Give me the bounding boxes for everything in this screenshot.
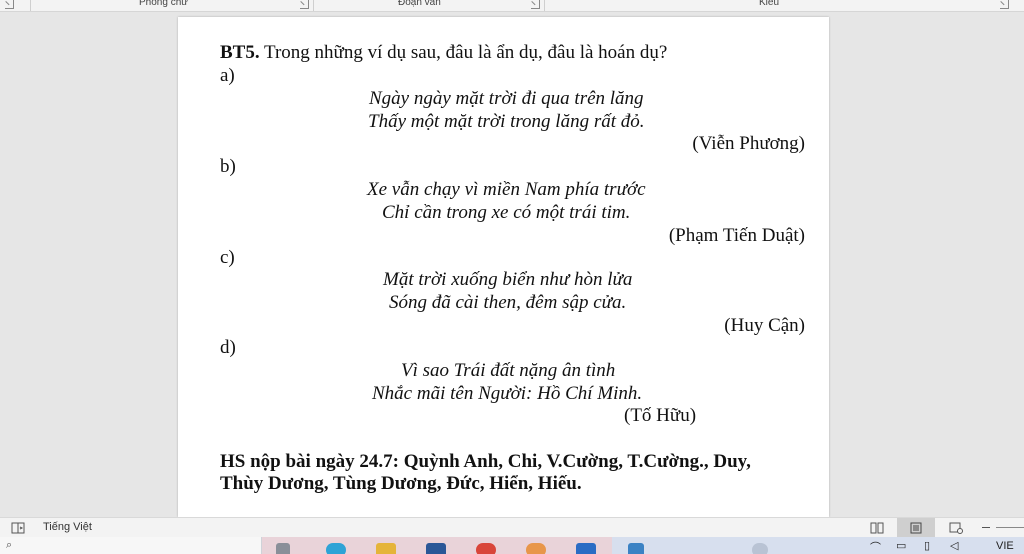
taskbar-search-box[interactable]: ⌕ bbox=[0, 537, 262, 554]
language-indicator[interactable]: Tiếng Việt bbox=[43, 521, 92, 533]
item-label-a: a) bbox=[220, 65, 235, 86]
verse-line: Chỉ cần trong xe có một trái tim. bbox=[382, 202, 631, 223]
submission-note-cont: Thùy Dương, Tùng Dương, Đức, Hiển, Hiếu. bbox=[220, 473, 582, 494]
document-page[interactable]: BT5. Trong những ví dụ sau, đâu là ẩn dụ… bbox=[178, 17, 829, 517]
heading-label: BT5. bbox=[220, 42, 260, 63]
task-view-icon[interactable] bbox=[276, 543, 290, 554]
read-mode-button[interactable] bbox=[858, 518, 896, 538]
zoom-slider[interactable] bbox=[996, 527, 1024, 528]
verse-line: Mặt trời xuống biển như hòn lửa bbox=[383, 269, 633, 290]
volume-icon[interactable]: ◁ bbox=[950, 539, 958, 552]
group-separator bbox=[313, 0, 314, 11]
taskbar: ⌕ ⌒ ▭ ▯ ◁ VIE bbox=[0, 537, 1024, 554]
verse-line: Thấy một mặt trời trong lăng rất đỏ. bbox=[368, 111, 645, 132]
zoom-out-icon[interactable] bbox=[982, 527, 990, 528]
word-icon[interactable] bbox=[576, 543, 596, 554]
edge-icon[interactable] bbox=[326, 543, 346, 554]
search-icon: ⌕ bbox=[6, 539, 13, 551]
author-credit: (Tố Hữu) bbox=[624, 405, 697, 426]
verse-line: Ngày ngày mặt trời đi qua trên lăng bbox=[369, 88, 644, 109]
tray-app-icon[interactable] bbox=[752, 543, 768, 554]
item-label-b: b) bbox=[220, 156, 236, 177]
store-icon[interactable] bbox=[426, 543, 446, 554]
web-layout-button[interactable] bbox=[937, 518, 975, 538]
exercise-heading: BT5. Trong những ví dụ sau, đâu là ẩn dụ… bbox=[220, 42, 667, 64]
accessibility-check-icon[interactable] bbox=[11, 522, 25, 534]
system-tray: ⌒ ▭ ▯ ◁ VIE bbox=[612, 537, 1024, 554]
styles-dialog-launcher-icon[interactable] bbox=[1000, 0, 1009, 9]
input-language-indicator[interactable]: VIE bbox=[996, 540, 1014, 552]
submission-note: HS nộp bài ngày 24.7: Quỳnh Anh, Chi, V.… bbox=[220, 451, 751, 472]
ribbon-group-labels: Phông chữ Đoạn văn Kiểu bbox=[0, 0, 1024, 12]
group-separator bbox=[30, 0, 31, 11]
author-credit: (Huy Cận) bbox=[724, 315, 805, 336]
read-mode-icon bbox=[870, 522, 884, 534]
group-label-paragraph: Đoạn văn bbox=[398, 0, 441, 8]
paragraph-dialog-launcher-icon[interactable] bbox=[531, 0, 540, 9]
chrome-icon[interactable] bbox=[476, 543, 496, 554]
item-label-c: c) bbox=[220, 247, 235, 268]
author-credit: (Phạm Tiến Duật) bbox=[668, 225, 805, 246]
font-dialog-launcher-icon[interactable] bbox=[300, 0, 309, 9]
status-bar: Tiếng Việt bbox=[0, 517, 1024, 538]
group-separator bbox=[544, 0, 545, 11]
dialog-launcher-icon[interactable] bbox=[5, 0, 14, 9]
item-label-d: d) bbox=[220, 337, 236, 358]
battery-icon[interactable]: ▯ bbox=[924, 539, 930, 552]
chat-icon[interactable]: ▭ bbox=[896, 539, 906, 552]
group-label-styles: Kiểu bbox=[759, 0, 780, 8]
author-credit: (Viễn Phương) bbox=[692, 133, 805, 154]
print-layout-icon bbox=[910, 522, 922, 534]
group-label-font: Phông chữ bbox=[139, 0, 188, 8]
tray-app-icon[interactable] bbox=[628, 543, 644, 554]
app-icon[interactable] bbox=[526, 543, 546, 554]
verse-line: Xe vẫn chạy vì miền Nam phía trước bbox=[367, 179, 646, 200]
file-explorer-icon[interactable] bbox=[376, 543, 396, 554]
heading-text: Trong những ví dụ sau, đâu là ẩn dụ, đâu… bbox=[259, 42, 668, 63]
web-layout-icon bbox=[949, 522, 963, 534]
wifi-icon[interactable]: ⌒ bbox=[870, 539, 881, 554]
verse-line: Nhắc mãi tên Người: Hồ Chí Minh. bbox=[372, 383, 643, 404]
verse-line: Vì sao Trái đất nặng ân tình bbox=[401, 360, 616, 381]
verse-line: Sóng đã cài then, đêm sập cửa. bbox=[389, 292, 627, 313]
taskbar-apps bbox=[262, 537, 612, 554]
print-layout-button[interactable] bbox=[897, 518, 935, 538]
